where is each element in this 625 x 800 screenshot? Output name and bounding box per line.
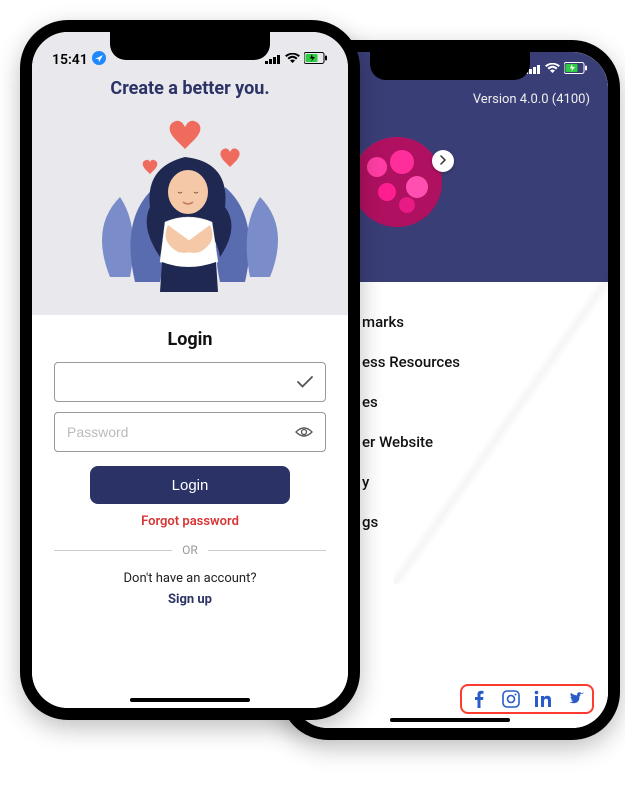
wifi-icon	[545, 62, 560, 78]
avatar-edit-button[interactable]	[432, 150, 454, 172]
password-field[interactable]	[67, 424, 295, 440]
or-divider: OR	[54, 543, 326, 557]
battery-icon	[304, 52, 328, 68]
signup-prompt: Don't have an account?	[54, 571, 326, 586]
password-field-wrap	[54, 412, 326, 452]
login-title: Login	[54, 329, 326, 350]
forgot-password-link[interactable]: Forgot password	[141, 514, 239, 529]
notch	[110, 32, 270, 60]
hero-section: 15:41 Create a bette	[32, 32, 348, 315]
wifi-icon	[285, 52, 300, 68]
home-indicator	[390, 718, 510, 722]
twitter-icon[interactable]	[566, 690, 584, 708]
menu-item-label: marks	[362, 313, 404, 331]
social-links-box	[460, 684, 594, 714]
version-label: Version 4.0.0 (4100)	[473, 92, 590, 107]
username-field[interactable]	[67, 374, 297, 390]
linkedin-icon[interactable]	[534, 690, 552, 708]
location-arrow-icon	[92, 51, 106, 69]
menu-item-label: gs	[362, 513, 378, 531]
notch	[370, 52, 530, 80]
chevron-right-icon	[439, 154, 447, 168]
menu-item-label: y	[362, 473, 369, 491]
facebook-icon[interactable]	[470, 690, 488, 708]
status-time: 15:41	[52, 52, 88, 68]
check-icon	[297, 373, 313, 392]
tagline: Create a better you.	[32, 78, 348, 99]
phone-frame-front: 15:41 Create a bette	[20, 20, 360, 720]
or-label: OR	[172, 543, 208, 557]
menu-item-label: ess Resources	[362, 353, 460, 371]
menu-item-label: es	[362, 393, 378, 411]
menu-item-label: er Website	[362, 433, 433, 451]
avatar[interactable]	[352, 137, 442, 227]
username-field-wrap	[54, 362, 326, 402]
instagram-icon[interactable]	[502, 690, 520, 708]
login-button[interactable]: Login	[90, 466, 290, 504]
signal-icon	[265, 52, 281, 68]
hero-illustration	[90, 107, 290, 297]
battery-icon	[564, 62, 588, 78]
login-section: Login Login Forgot password OR Don't hav…	[32, 315, 348, 708]
signup-link[interactable]: Sign up	[168, 592, 212, 607]
home-indicator	[130, 698, 250, 702]
eye-icon[interactable]	[295, 423, 313, 442]
